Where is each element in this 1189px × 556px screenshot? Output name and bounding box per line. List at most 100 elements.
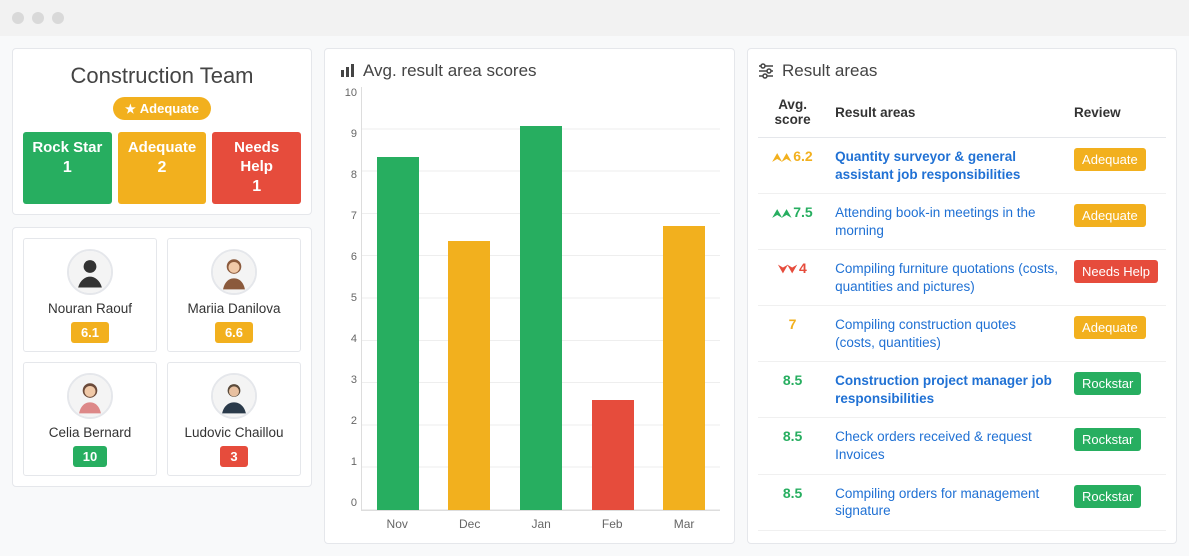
traffic-light-dot — [52, 12, 64, 24]
chart-plot-area — [361, 87, 720, 511]
avg-score-value: 7 — [789, 316, 797, 332]
avg-score-cell: ⮝⮝6.2 — [758, 138, 827, 194]
y-tick: 2 — [339, 415, 357, 427]
col-avg-score: Avg. score — [758, 87, 827, 138]
review-pill: Adequate — [1074, 148, 1146, 171]
table-row: 8.5 Compiling orders for management signa… — [758, 474, 1166, 530]
avg-score-cell: 7 — [758, 306, 827, 362]
x-tick: Mar — [674, 517, 695, 531]
avg-score-value: 7.5 — [793, 204, 812, 220]
review-pill: Needs Help — [1074, 260, 1158, 283]
y-tick: 5 — [339, 292, 357, 304]
avatar — [67, 373, 113, 419]
chart-y-axis: 012345678910 — [339, 87, 361, 531]
trend-up-icon: ⮝⮝ — [772, 208, 791, 220]
chart-bar[interactable] — [663, 226, 705, 509]
avg-score-value: 4 — [799, 260, 807, 276]
avatar — [67, 249, 113, 295]
chart-bar[interactable] — [377, 157, 419, 510]
status-count: 2 — [122, 158, 203, 178]
chart-panel: Avg. result area scores 012345678910 Nov… — [324, 48, 735, 544]
avg-score-cell: ⮟⮟4 — [758, 250, 827, 306]
traffic-light-dot — [32, 12, 44, 24]
member-score: 3 — [220, 446, 247, 467]
status-needs-help[interactable]: Needs Help1 — [212, 132, 301, 204]
col-review: Review — [1066, 87, 1166, 138]
y-tick: 3 — [339, 374, 357, 386]
avg-score-value: 8.5 — [783, 428, 802, 444]
table-row: ⮝⮝7.5Attending book-in meetings in the m… — [758, 194, 1166, 250]
team-members-card: Nouran Raouf 6.1 Mariia Danilova 6.6 Celia B… — [12, 227, 312, 487]
trend-down-icon: ⮟⮟ — [778, 264, 797, 276]
result-area-link[interactable]: Compiling furniture quotations (costs, q… — [835, 261, 1058, 294]
chart-bar[interactable] — [448, 241, 490, 509]
member-name: Ludovic Chaillou — [174, 425, 294, 440]
result-panel-title: Result areas — [782, 61, 877, 81]
trend-up-icon: ⮝⮝ — [772, 152, 791, 164]
avg-score-cell: 8.5 — [758, 362, 827, 418]
avg-score-value: 8.5 — [783, 372, 802, 388]
table-row: 7 Compiling construction quotes (costs, q… — [758, 306, 1166, 362]
result-area-link[interactable]: Quantity surveyor & general assistant jo… — [835, 149, 1020, 182]
status-count: 1 — [216, 177, 297, 197]
table-row: 8.5 Construction project manager job resp… — [758, 362, 1166, 418]
avg-score-cell: ⮝⮝7.5 — [758, 194, 827, 250]
result-areas-table: Avg. score Result areas Review ⮝⮝6.2Quan… — [758, 87, 1166, 531]
window-titlebar — [0, 0, 1189, 36]
status-count: 1 — [27, 158, 108, 178]
chart-title: Avg. result area scores — [363, 61, 537, 81]
result-areas-panel: Result areas Avg. score Result areas Rev… — [747, 48, 1177, 544]
sliders-icon — [758, 63, 774, 79]
y-tick: 4 — [339, 333, 357, 345]
avatar — [211, 249, 257, 295]
status-label: Rock Star — [32, 139, 102, 156]
avatar — [211, 373, 257, 419]
y-tick: 0 — [339, 497, 357, 509]
table-row: 8.5 Check orders received & request Invoi… — [758, 418, 1166, 474]
member-name: Mariia Danilova — [174, 301, 294, 316]
member-card[interactable]: Celia Bernard10 — [23, 362, 157, 476]
x-tick: Dec — [459, 517, 480, 531]
x-tick: Nov — [387, 517, 408, 531]
x-tick: Feb — [602, 517, 623, 531]
member-name: Nouran Raouf — [30, 301, 150, 316]
y-tick: 8 — [339, 169, 357, 181]
star-icon: ★ — [125, 102, 136, 116]
avg-score-value: 6.2 — [793, 148, 812, 164]
chart-bar[interactable] — [592, 400, 634, 510]
review-pill: Adequate — [1074, 204, 1146, 227]
status-rock-star[interactable]: Rock Star 1 — [23, 132, 112, 204]
y-tick: 9 — [339, 128, 357, 140]
y-tick: 6 — [339, 251, 357, 263]
member-score: 6.6 — [215, 322, 253, 343]
member-name: Celia Bernard — [30, 425, 150, 440]
result-area-link[interactable]: Attending book-in meetings in the mornin… — [835, 205, 1035, 238]
member-card[interactable]: Mariia Danilova 6.6 — [167, 238, 301, 352]
result-area-link[interactable]: Compiling orders for management signatur… — [835, 486, 1039, 519]
chart-bar[interactable] — [520, 126, 562, 509]
member-card[interactable]: Nouran Raouf 6.1 — [23, 238, 157, 352]
result-area-link[interactable]: Compiling construction quotes (costs, qu… — [835, 317, 1016, 350]
chart-x-axis: Nov Dec Jan Feb Mar — [361, 511, 720, 531]
bar-chart-icon — [339, 63, 355, 79]
table-row: ⮟⮟4Compiling furniture quotations (costs… — [758, 250, 1166, 306]
result-area-link[interactable]: Check orders received & request Invoices — [835, 429, 1032, 462]
team-rating-badge[interactable]: ★ Adequate — [113, 97, 211, 120]
result-area-link[interactable]: Construction project manager job respons… — [835, 373, 1052, 406]
member-card[interactable]: Ludovic Chaillou 3 — [167, 362, 301, 476]
traffic-light-dot — [12, 12, 24, 24]
review-pill: Rockstar — [1074, 428, 1141, 451]
team-summary-card: Construction Team ★ Adequate Rock Star 1A… — [12, 48, 312, 215]
avg-score-value: 8.5 — [783, 485, 802, 501]
status-label: Needs Help — [234, 139, 279, 175]
avg-score-cell: 8.5 — [758, 474, 827, 530]
member-score: 6.1 — [71, 322, 109, 343]
status-adequate[interactable]: Adequate2 — [118, 132, 207, 204]
x-tick: Jan — [531, 517, 550, 531]
review-pill: Rockstar — [1074, 372, 1141, 395]
y-tick: 1 — [339, 456, 357, 468]
table-row: ⮝⮝6.2Quantity surveyor & general assista… — [758, 138, 1166, 194]
team-title: Construction Team — [23, 63, 301, 89]
col-result-areas: Result areas — [827, 87, 1066, 138]
review-pill: Rockstar — [1074, 485, 1141, 508]
